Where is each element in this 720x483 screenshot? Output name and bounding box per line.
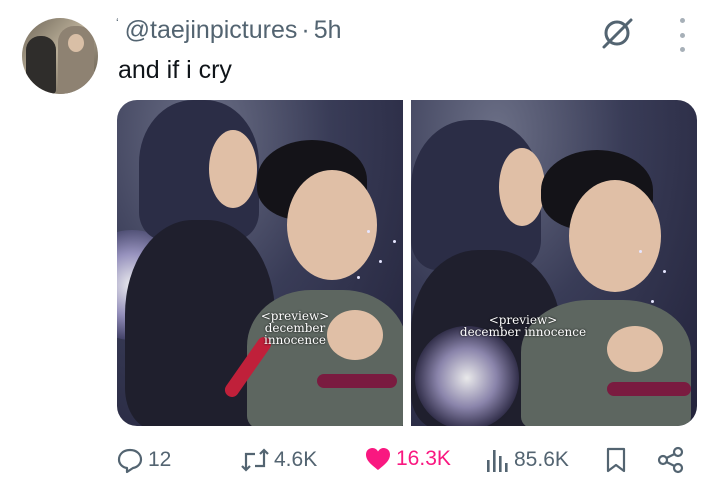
- timestamp[interactable]: 5h: [314, 16, 342, 45]
- watermark: <preview> december innocence: [235, 310, 355, 346]
- views-icon: [487, 450, 508, 472]
- leading-mark: ʻ: [116, 15, 119, 30]
- tweet-text: and if i cry: [118, 56, 232, 84]
- grok-icon[interactable]: [600, 16, 634, 50]
- repost-count: 4.6K: [274, 448, 318, 471]
- action-bar: 12 4.6K 16.3K 85.6K: [116, 442, 700, 482]
- watermark-line-2: december innocence: [264, 321, 326, 347]
- reply-count: 12: [148, 448, 172, 471]
- lightstick-glow: [415, 326, 519, 426]
- views-count: 85.6K: [514, 448, 569, 471]
- bookmark-button[interactable]: [604, 446, 628, 474]
- more-icon[interactable]: [668, 18, 696, 52]
- share-icon: [657, 446, 684, 474]
- purple-lightstick: [607, 382, 691, 396]
- media-photo-2[interactable]: <preview> december innocence: [411, 100, 697, 426]
- hand: [607, 326, 663, 372]
- avatar-face: [68, 34, 84, 52]
- heart-icon: [366, 448, 390, 470]
- share-button[interactable]: [656, 446, 686, 474]
- tweet-header: ʻ @taejinpictures · 5h: [116, 16, 342, 45]
- face: [499, 148, 545, 226]
- face: [209, 130, 257, 208]
- views-button[interactable]: 85.6K: [484, 446, 569, 474]
- watermark-line-2: december innocence: [459, 325, 587, 339]
- like-button[interactable]: 16.3K: [364, 446, 451, 472]
- repost-button[interactable]: 4.6K: [240, 446, 317, 474]
- laughing-face: [287, 170, 377, 280]
- media-grid: <preview> december innocence <preview> d…: [117, 100, 697, 426]
- purple-lightstick: [317, 374, 397, 388]
- user-handle[interactable]: @taejinpictures: [125, 16, 298, 45]
- media-photo-1[interactable]: <preview> december innocence: [117, 100, 403, 426]
- header-separator: ·: [301, 16, 310, 44]
- reply-icon: [117, 448, 143, 474]
- avatar-figure-left: [26, 36, 56, 94]
- repost-icon: [241, 448, 269, 472]
- bookmark-icon: [606, 447, 626, 473]
- watermark: <preview> december innocence: [453, 314, 593, 338]
- like-count: 16.3K: [396, 447, 451, 470]
- reply-button[interactable]: 12: [116, 446, 171, 474]
- avatar[interactable]: [22, 18, 98, 94]
- laughing-face: [569, 180, 661, 292]
